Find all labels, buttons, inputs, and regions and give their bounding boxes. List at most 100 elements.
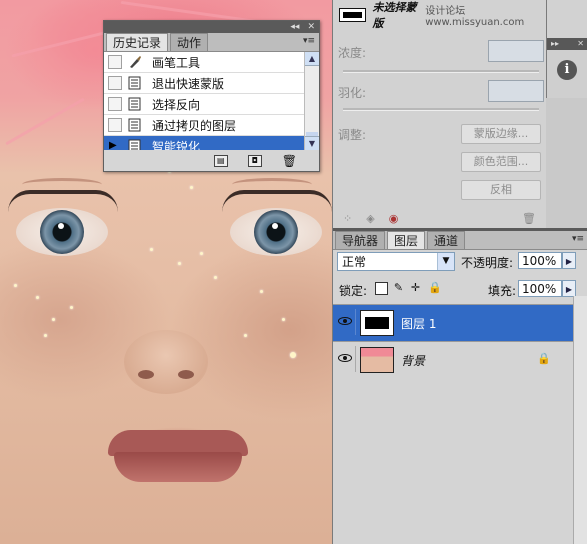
snapshot-source-checkbox[interactable]: [108, 55, 122, 69]
history-item-label: 退出快速蒙版: [152, 76, 225, 91]
history-item-label: 画笔工具: [152, 55, 201, 70]
history-titlebar[interactable]: ◂◂ ✕: [104, 21, 319, 33]
density-label: 浓度:: [338, 46, 367, 60]
history-scrollbar[interactable]: ▲ ▼: [304, 52, 319, 150]
dock-top-area: [546, 0, 587, 38]
panel-menu-icon[interactable]: ▾≡: [303, 36, 315, 46]
mask-title: 未选择蒙版: [372, 1, 417, 30]
trash-icon[interactable]: 🗑: [522, 212, 536, 225]
scroll-down-icon[interactable]: ▼: [305, 136, 319, 150]
layer-name[interactable]: 背景: [401, 352, 425, 369]
visibility-toggle[interactable]: [335, 346, 356, 372]
color-range-button[interactable]: 颜色范围...: [461, 152, 541, 172]
layer-row-background[interactable]: 背景 🔒: [333, 341, 574, 378]
layer-row-layer1[interactable]: 图层 1: [333, 304, 574, 341]
disable-mask-icon[interactable]: ◉: [389, 212, 399, 225]
history-step-icon: [128, 97, 141, 111]
history-item[interactable]: 通过拷贝的图层: [104, 115, 304, 136]
collapse-icon[interactable]: ◂◂: [286, 21, 303, 33]
history-item[interactable]: 画笔工具: [104, 52, 304, 73]
blend-mode-select[interactable]: 正常 ▼: [337, 252, 455, 271]
opacity-label: 不透明度:: [461, 256, 514, 270]
feather-slider[interactable]: [343, 108, 539, 111]
history-item[interactable]: 退出快速蒙版: [104, 73, 304, 94]
snapshot-source-checkbox[interactable]: [108, 97, 122, 111]
lower-lip: [114, 452, 242, 482]
tab-channels[interactable]: 通道: [427, 231, 466, 249]
tab-actions[interactable]: 动作: [170, 33, 209, 51]
lock-position-icon[interactable]: ✛: [410, 282, 421, 293]
glitter-dot: [282, 318, 285, 321]
snapshot-source-checkbox[interactable]: ▶: [108, 139, 122, 150]
fill-field[interactable]: 100%: [518, 280, 562, 297]
opacity-field[interactable]: 100%: [518, 252, 562, 269]
invert-button[interactable]: 反相: [461, 180, 541, 200]
layers-panel: 导航器 图层 通道 ▾≡ 正常 ▼ 不透明度: 100% ▶ 锁定: ✎ ✛ 🔒…: [332, 228, 587, 544]
glitter-dot: [190, 186, 193, 189]
chevron-down-icon[interactable]: ▼: [437, 253, 454, 270]
history-item-label: 选择反向: [152, 97, 201, 112]
opacity-slider-toggle-icon[interactable]: ▶: [562, 252, 576, 269]
visibility-toggle[interactable]: [335, 309, 356, 335]
expand-icon[interactable]: ▸▸: [551, 38, 559, 50]
density-slider[interactable]: [343, 70, 539, 73]
layers-scrollbar[interactable]: [573, 296, 587, 544]
nose: [124, 330, 208, 394]
panel-menu-icon[interactable]: ▾≡: [572, 234, 584, 244]
snapshot-source-checkbox[interactable]: [108, 118, 122, 132]
glitter-dot: [200, 252, 203, 255]
lips: [108, 430, 248, 484]
scroll-up-icon[interactable]: ▲: [305, 52, 319, 66]
layer-name[interactable]: 图层 1: [401, 315, 436, 332]
lock-icon: 🔒: [537, 352, 551, 365]
eye-icon: [338, 354, 352, 362]
lock-transparent-pixels-icon[interactable]: [375, 282, 388, 295]
blend-mode-value: 正常: [342, 255, 367, 269]
right-eye: [230, 208, 322, 256]
left-iris: [40, 210, 84, 254]
lock-image-pixels-icon[interactable]: ✎: [393, 282, 404, 293]
history-item-selected[interactable]: ▶ 智能锐化: [104, 136, 304, 150]
history-step-icon: [128, 76, 141, 90]
history-item[interactable]: 选择反向: [104, 94, 304, 115]
glitter-dot: [36, 296, 39, 299]
close-icon[interactable]: ✕: [303, 21, 319, 33]
new-snapshot-icon[interactable]: ◘: [247, 155, 262, 167]
right-iris: [254, 210, 298, 254]
info-icon[interactable]: i: [557, 60, 577, 80]
history-panel: ◂◂ ✕ 历史记录 动作 ▾≡ 画笔工具 退出快速蒙版 选择反向 通过拷贝的图层: [103, 20, 320, 172]
right-eye-glint: [272, 223, 278, 229]
left-nostril: [138, 370, 154, 379]
fill-label: 填充:: [488, 284, 517, 298]
lock-all-icon[interactable]: 🔒: [428, 282, 442, 293]
new-document-from-state-icon[interactable]: ▤: [213, 155, 228, 167]
tab-layers[interactable]: 图层: [387, 231, 426, 249]
dock-titlebar[interactable]: ▸▸ ✕: [547, 38, 587, 50]
glitter-dot: [244, 334, 247, 337]
fill-slider-toggle-icon[interactable]: ▶: [562, 280, 576, 297]
tab-navigator[interactable]: 导航器: [335, 231, 386, 249]
history-item-label: 通过拷贝的图层: [152, 118, 237, 133]
layers-tabbar: 导航器 图层 通道 ▾≡: [333, 231, 587, 250]
feather-field[interactable]: [488, 80, 544, 102]
apply-mask-icon[interactable]: ◈: [366, 212, 374, 225]
density-field[interactable]: [488, 40, 544, 62]
glitter-dot: [44, 334, 47, 337]
eye-icon: [338, 317, 352, 325]
snapshot-source-checkbox[interactable]: [108, 76, 122, 90]
masks-header: 未选择蒙版 设计论坛 www.missyuan.com: [333, 0, 546, 30]
history-item-label: 智能锐化: [152, 139, 201, 151]
mask-thumbnail-icon[interactable]: [339, 8, 367, 22]
history-step-icon: [128, 139, 141, 150]
glitter-dot: [52, 318, 55, 321]
tab-history[interactable]: 历史记录: [106, 33, 169, 51]
layer-thumbnail: [360, 347, 394, 373]
glitter-dot: [150, 248, 153, 251]
glitter-dot: [178, 262, 181, 265]
close-icon[interactable]: ✕: [577, 38, 584, 50]
trash-icon[interactable]: 🗑: [282, 154, 297, 168]
glitter-dot: [214, 276, 217, 279]
adjust-label: 调整:: [338, 128, 367, 142]
load-selection-icon[interactable]: ⁘: [343, 212, 352, 225]
mask-edge-button[interactable]: 蒙版边缘...: [461, 124, 541, 144]
